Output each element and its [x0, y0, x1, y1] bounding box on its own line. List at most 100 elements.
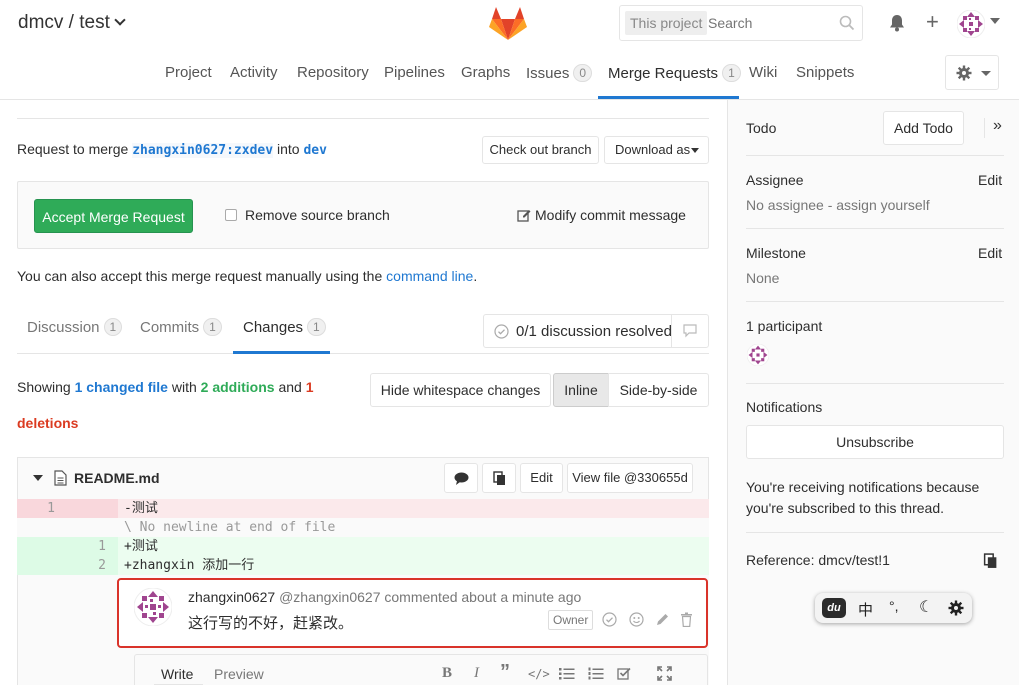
italic-icon[interactable]: I — [474, 665, 479, 682]
collapse-sidebar-icon[interactable]: » — [993, 117, 1002, 135]
view-file-button[interactable]: View file @330655d — [567, 463, 693, 493]
old-line-number[interactable] — [17, 537, 67, 556]
emoji-icon[interactable] — [629, 612, 644, 627]
ime-logo-icon[interactable]: du — [822, 598, 846, 618]
tab-project[interactable]: Project — [165, 64, 212, 81]
participant-avatar[interactable] — [747, 344, 769, 366]
add-todo-button[interactable]: Add Todo — [883, 111, 964, 145]
edit-file-button[interactable]: Edit — [520, 463, 563, 493]
resolve-check-icon[interactable] — [602, 612, 617, 627]
remove-source-branch-checkbox[interactable] — [225, 209, 237, 221]
settings-dropdown-button[interactable] — [945, 55, 999, 90]
project-title-dropdown[interactable]: dmcv / test — [18, 12, 126, 34]
tab-wiki[interactable]: Wiki — [749, 64, 777, 81]
moon-icon[interactable]: ☾ — [919, 597, 933, 617]
bold-icon[interactable]: B — [442, 665, 452, 682]
assignee-value[interactable]: No assignee - assign yourself — [746, 197, 930, 213]
ime-punctuation-toggle[interactable]: °, — [889, 598, 899, 614]
new-line-number[interactable] — [67, 499, 118, 518]
remove-source-branch-label[interactable]: Remove source branch — [245, 207, 390, 223]
unsubscribe-button[interactable]: Unsubscribe — [746, 425, 1004, 459]
diff-line: \ No newline at end of file — [17, 518, 709, 537]
search-scope-badge[interactable]: This project — [625, 11, 708, 35]
divider — [746, 228, 1004, 229]
inline-view-button[interactable]: Inline — [553, 373, 609, 407]
discussion-count-badge: 1 — [103, 318, 123, 336]
command-line-link[interactable]: command line — [386, 268, 473, 284]
old-line-number[interactable]: 1 — [17, 499, 67, 518]
assignee-edit-link[interactable]: Edit — [978, 172, 1002, 188]
trash-icon[interactable] — [680, 612, 693, 627]
hide-whitespace-button[interactable]: Hide whitespace changes — [370, 373, 551, 407]
bell-icon[interactable] — [887, 13, 907, 33]
pencil-icon[interactable] — [655, 612, 670, 627]
manual-merge-suffix: . — [473, 268, 478, 284]
tab-commits[interactable]: Commits 1 — [140, 318, 222, 336]
collapse-caret-icon[interactable] — [33, 475, 43, 481]
numbered-list-icon[interactable] — [588, 667, 604, 680]
mr-count-badge: 1 — [722, 64, 741, 82]
active-tab-indicator — [233, 351, 330, 354]
tab-issues[interactable]: Issues 0 — [526, 64, 593, 82]
and-text: and — [278, 379, 302, 395]
task-list-icon[interactable] — [617, 666, 632, 681]
copy-reference-icon[interactable] — [983, 553, 998, 569]
tabs-divider — [17, 353, 709, 354]
assignee-title: Assignee — [746, 172, 804, 188]
tab-graphs[interactable]: Graphs — [461, 64, 510, 81]
quote-icon[interactable]: ” — [500, 661, 510, 684]
plus-icon[interactable]: + — [926, 11, 939, 33]
search-icon[interactable] — [839, 15, 855, 31]
download-as-dropdown[interactable]: Download as — [604, 136, 709, 164]
checkout-branch-button[interactable]: Check out branch — [482, 136, 599, 164]
comment-author[interactable]: zhangxin0627 — [188, 589, 275, 605]
commits-count-badge: 1 — [203, 318, 222, 336]
reference-text: Reference: dmcv/test!1 — [746, 552, 890, 568]
comment-button[interactable] — [444, 463, 478, 493]
caret-down-icon[interactable] — [990, 18, 1000, 24]
write-tab[interactable]: Write — [161, 666, 193, 682]
modify-commit-message-button[interactable]: Modify commit message — [517, 207, 686, 223]
search-input[interactable] — [708, 11, 838, 35]
tab-pipelines[interactable]: Pipelines — [384, 64, 445, 81]
bullet-list-icon[interactable] — [559, 667, 575, 680]
code-icon[interactable]: </> — [528, 667, 550, 681]
accept-merge-request-button[interactable]: Accept Merge Request — [34, 199, 193, 233]
source-branch-link[interactable]: zhangxin0627:zxdev — [132, 143, 274, 158]
ime-language-toggle[interactable]: 中 — [858, 599, 873, 620]
tab-repository[interactable]: Repository — [297, 64, 369, 81]
tab-discussion[interactable]: Discussion 1 — [27, 318, 123, 336]
jump-to-discussion-icon[interactable] — [682, 324, 698, 338]
old-line-number[interactable] — [17, 556, 67, 575]
comment-header: zhangxin0627 @zhangxin0627 commented abo… — [188, 589, 581, 605]
changed-files-link[interactable]: 1 changed file — [75, 379, 168, 395]
manual-merge-note: You can also accept this merge request m… — [17, 268, 477, 284]
new-line-number[interactable]: 2 — [67, 556, 118, 575]
gitlab-logo-icon[interactable] — [489, 5, 527, 41]
check-circle-icon[interactable] — [494, 324, 509, 339]
user-avatar[interactable] — [957, 10, 985, 38]
copy-path-button[interactable] — [482, 463, 516, 493]
new-line-number[interactable]: 1 — [67, 537, 118, 556]
tab-activity[interactable]: Activity — [230, 64, 278, 81]
active-tab-indicator — [598, 96, 739, 99]
tab-issues-label: Issues — [526, 65, 570, 82]
tab-snippets[interactable]: Snippets — [796, 64, 854, 81]
fullscreen-icon[interactable] — [657, 666, 672, 681]
notifications-title: Notifications — [746, 399, 823, 415]
milestone-edit-link[interactable]: Edit — [978, 245, 1002, 261]
preview-tab[interactable]: Preview — [214, 666, 264, 682]
diff-code: +测试 — [124, 539, 158, 554]
tab-merge-requests[interactable]: Merge Requests 1 — [608, 64, 741, 82]
ime-settings-gear-icon[interactable] — [948, 600, 964, 616]
deletions-word: deletions — [17, 415, 79, 431]
commenter-avatar[interactable] — [134, 588, 172, 626]
tab-changes[interactable]: Changes 1 — [243, 318, 326, 336]
side-by-side-button[interactable]: Side-by-side — [608, 373, 709, 407]
diff-code: \ No newline at end of file — [124, 520, 336, 535]
diff-code: -测试 — [124, 501, 158, 516]
divider — [746, 301, 1004, 302]
file-text-icon — [54, 470, 67, 486]
target-branch-link[interactable]: dev — [303, 143, 326, 158]
file-name[interactable]: README.md — [74, 470, 160, 486]
